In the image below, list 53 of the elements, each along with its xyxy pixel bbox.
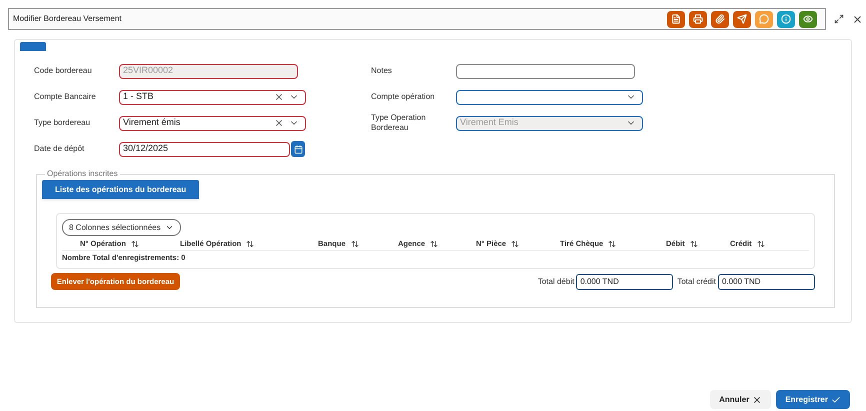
toolbar-button[interactable] (667, 10, 685, 28)
select-field[interactable] (456, 90, 643, 104)
select-field[interactable]: Virement émis (119, 116, 306, 130)
field-label: Type bordereau (34, 118, 92, 128)
sort-icon (430, 240, 438, 248)
calendar-icon (294, 144, 302, 154)
sort-icon (246, 240, 254, 248)
calendar-button[interactable] (291, 141, 305, 157)
total-label: Total crédit (677, 276, 716, 288)
sort-icon (690, 240, 698, 248)
select-field[interactable]: 1 - STB (119, 90, 306, 104)
total-label: Total débit (538, 276, 574, 288)
column-picker[interactable]: 8 Colonnes sélectionnées (62, 219, 181, 236)
toolbar-button[interactable] (733, 10, 751, 28)
sort-icon (756, 240, 765, 248)
sort-icon (350, 240, 359, 248)
clear-icon[interactable] (274, 92, 284, 102)
window-title: Modifier Bordereau Versement (13, 13, 122, 25)
field-label: Notes (371, 66, 393, 76)
maximize-icon[interactable] (834, 14, 844, 24)
printer-icon (693, 14, 703, 24)
toolbar-button[interactable] (689, 10, 707, 28)
chevron-down-icon (165, 223, 174, 232)
tab[interactable]: Liste des opérations du bordereau (42, 180, 200, 199)
check-icon (831, 394, 841, 404)
total-field[interactable]: 0.000 TND (718, 274, 815, 290)
close-icon[interactable] (852, 14, 863, 24)
close-icon (752, 394, 762, 404)
paperclip-icon (715, 14, 725, 24)
field-label: Date de dépôt (34, 144, 86, 154)
total-field[interactable]: 0.000 TND (576, 274, 674, 290)
document-icon (671, 14, 681, 24)
send-icon (737, 14, 747, 24)
sort-icon (608, 240, 616, 248)
toolbar-button[interactable] (711, 10, 729, 28)
input-field[interactable] (456, 64, 635, 78)
date-field[interactable]: 30/12/2025 (119, 142, 290, 156)
field-label: Compte opération (371, 92, 436, 102)
info-icon (781, 14, 791, 24)
eye-icon (803, 14, 813, 24)
clear-icon[interactable] (274, 118, 284, 128)
sort-icon (130, 240, 139, 248)
toolbar-button[interactable] (777, 10, 795, 28)
toolbar-button[interactable] (799, 10, 817, 28)
tab-marker (20, 42, 46, 51)
save-button[interactable]: Enregistrer (776, 390, 850, 409)
panel-legend: Opérations inscrites (45, 168, 120, 180)
field-label: Type Operation Bordereau (371, 113, 427, 133)
cancel-button[interactable]: Annuler (710, 390, 772, 409)
field-label: Code bordereau (34, 66, 93, 76)
sort-icon (511, 240, 520, 248)
field-label: Compte Bancaire (34, 92, 97, 102)
comment-icon (759, 14, 769, 24)
